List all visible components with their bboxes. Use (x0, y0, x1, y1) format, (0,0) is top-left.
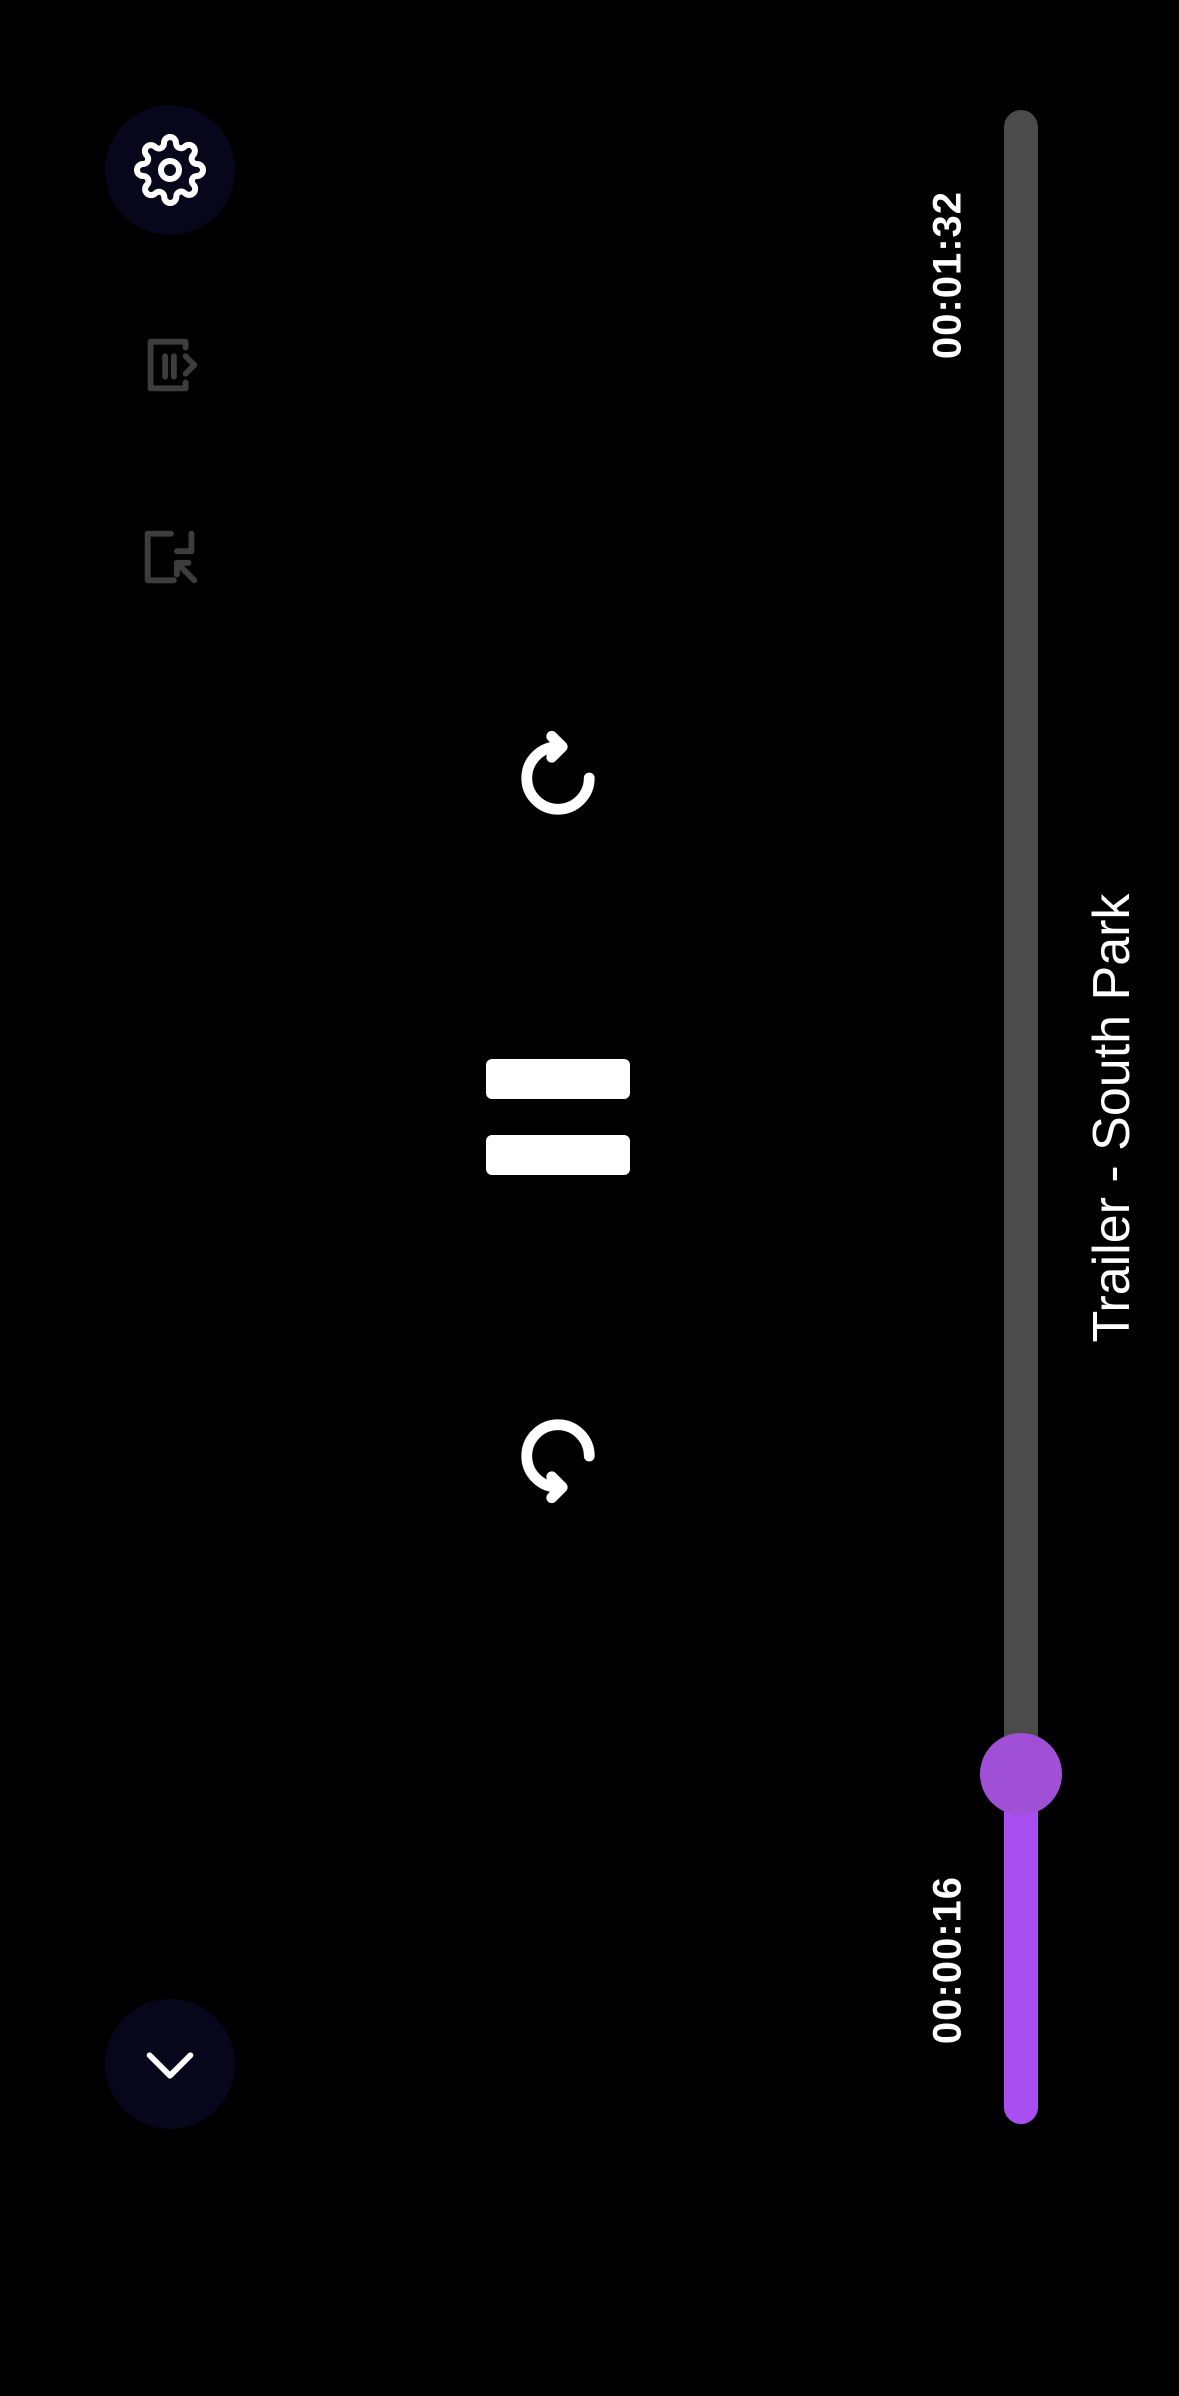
rotate-forward-icon (520, 730, 595, 815)
settings-button[interactable] (105, 105, 235, 235)
video-title: Trailer - South Park (1083, 893, 1141, 1343)
replay-button[interactable] (505, 1403, 610, 1508)
seek-bar-progress (1004, 1773, 1038, 2124)
duration-label: 00:01:32 (925, 190, 970, 360)
seek-bar[interactable] (1004, 110, 1038, 2124)
playlist-icon (147, 338, 198, 392)
seek-bar-thumb[interactable] (980, 1732, 1062, 1815)
collapse-button[interactable] (105, 1999, 235, 2129)
pause-icon (486, 1059, 630, 1175)
exit-pip-button[interactable] (126, 512, 216, 602)
chevron-down-icon (146, 2052, 194, 2079)
forward-button[interactable] (505, 725, 610, 830)
rotate-back-icon (520, 1418, 595, 1503)
gear-icon (134, 134, 206, 206)
position-label: 00:00:16 (925, 1875, 970, 2045)
playlist-button[interactable] (126, 320, 216, 410)
picture-in-picture-exit-icon (144, 530, 198, 584)
pause-button[interactable] (486, 1059, 630, 1175)
